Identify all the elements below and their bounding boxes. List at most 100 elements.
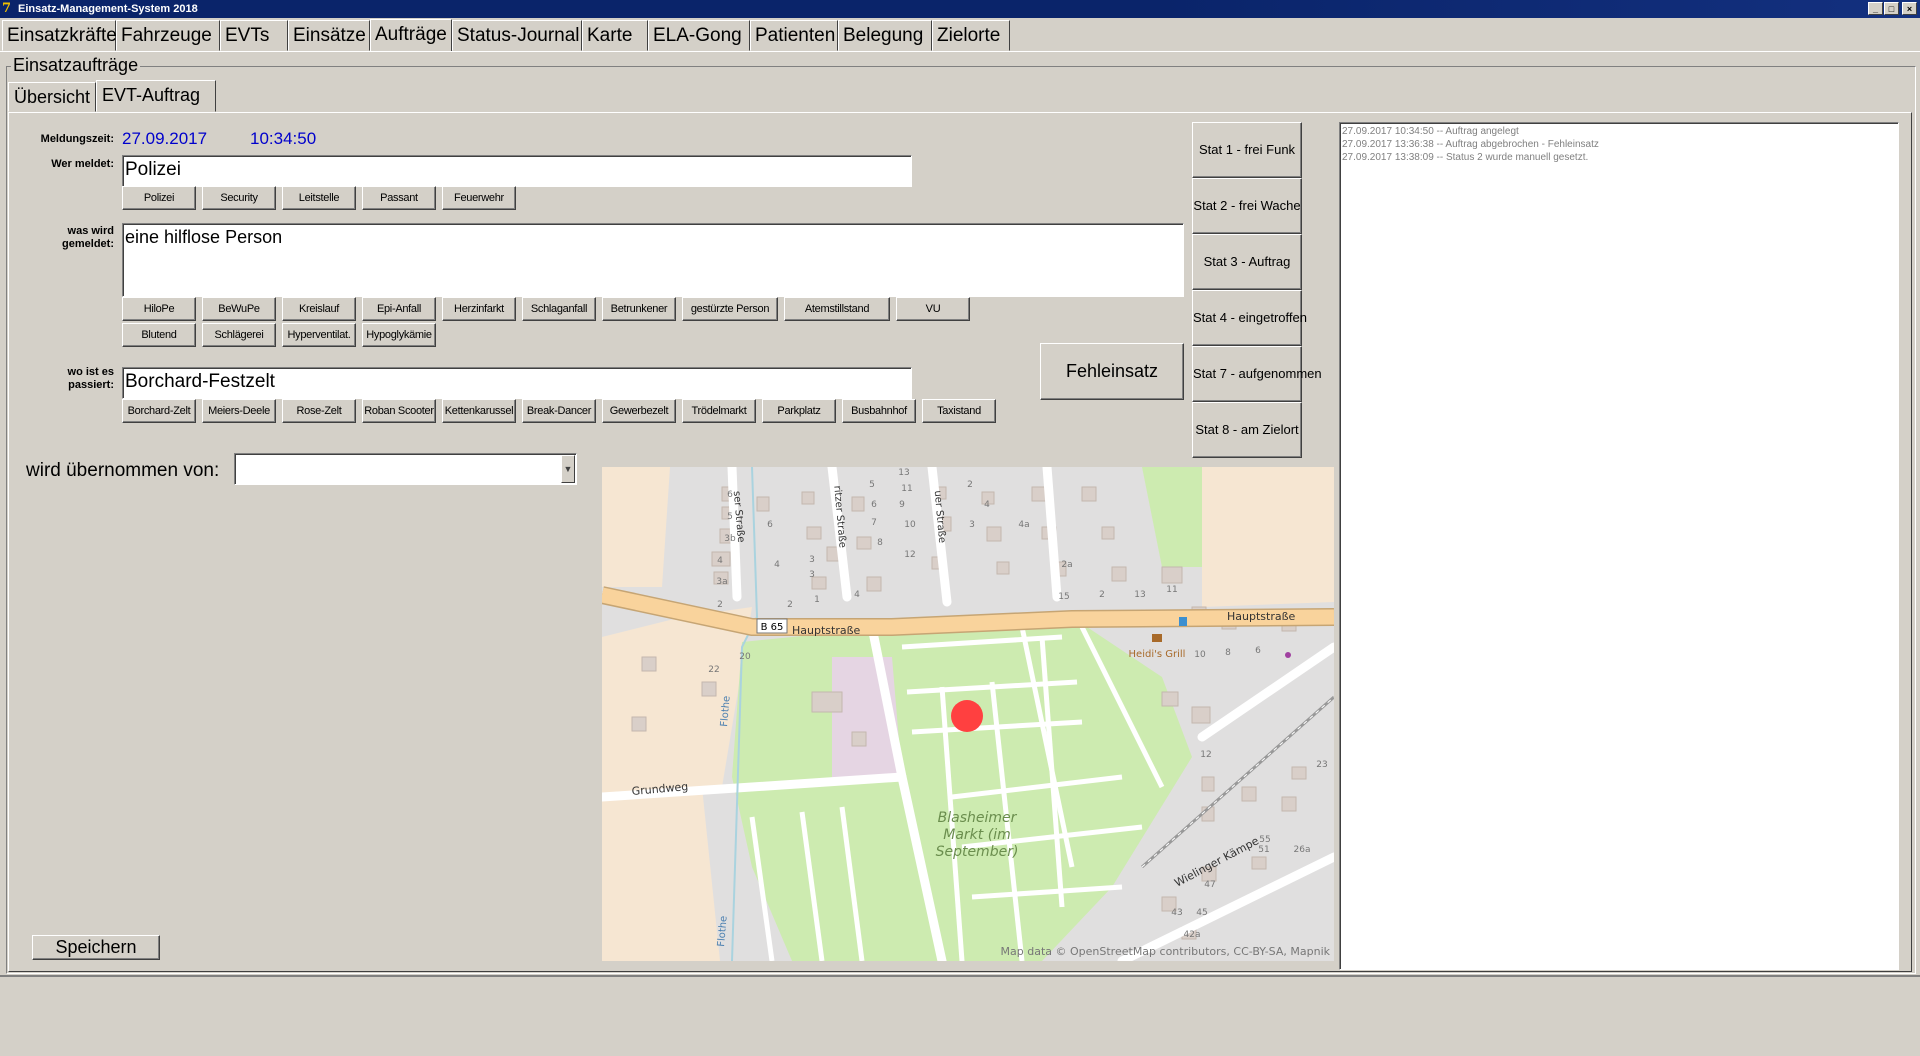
title-bar: 7 Einsatz-Management-System 2018 _ □ ×	[0, 0, 1920, 18]
house-number: 45	[1196, 908, 1207, 918]
bus-stop-icon	[1179, 617, 1187, 626]
tab-karte[interactable]: Karte	[582, 20, 648, 51]
road-label-hauptstrasse-2: Hauptstraße	[1227, 610, 1296, 623]
location-map[interactable]: Hauptstraße Hauptstraße Grundweg Wieling…	[602, 467, 1334, 961]
quick-wo-taxistand[interactable]: Taxistand	[922, 399, 996, 423]
quick-wer-polizei[interactable]: Polizei	[122, 186, 196, 210]
house-number: 11	[1166, 585, 1177, 595]
quick-was-vu[interactable]: VU	[896, 297, 970, 321]
house-number: 51	[1258, 845, 1269, 855]
quick-was-schlaganfall[interactable]: Schlaganfall	[522, 297, 596, 321]
tab-evts[interactable]: EVTs	[220, 20, 288, 51]
quick-wo-meiers-deele[interactable]: Meiers-Deele	[202, 399, 276, 423]
status-7-button[interactable]: Stat 7 - aufgenommen	[1192, 346, 1322, 402]
quick-was-herzinfarkt[interactable]: Herzinfarkt	[442, 297, 516, 321]
house-number: 20	[739, 652, 751, 662]
status-4-button[interactable]: Stat 4 - eingetroffen	[1192, 290, 1307, 346]
quick-wo-rose-zelt[interactable]: Rose-Zelt	[282, 399, 356, 423]
quick-was-hypoglykaemie[interactable]: Hypoglykämie	[362, 323, 436, 347]
area-label-line2: Markt (im	[943, 827, 1010, 843]
auftrag-log[interactable]: 27.09.2017 10:34:50 -- Auftrag angelegt …	[1339, 122, 1899, 970]
quick-wer-leitstelle[interactable]: Leitstelle	[282, 186, 356, 210]
quick-was-atemstillstand[interactable]: Atemstillstand	[784, 297, 890, 321]
area-label-line3: September)	[936, 844, 1019, 860]
quick-was-hyperventilation[interactable]: Hyperventilat.	[282, 323, 356, 347]
log-entry: 27.09.2017 13:36:38 -- Auftrag abgebroch…	[1342, 139, 1599, 150]
quick-was-epi-anfall[interactable]: Epi-Anfall	[362, 297, 436, 321]
quick-wo-roban-scooter[interactable]: Roban Scooter	[362, 399, 436, 423]
tab-belegung[interactable]: Belegung	[838, 20, 932, 51]
quick-was-blutend[interactable]: Blutend	[122, 323, 196, 347]
quick-was-schlaegerei[interactable]: Schlägerei	[202, 323, 276, 347]
close-button[interactable]: ×	[1902, 2, 1917, 15]
chevron-down-icon[interactable]: ▼	[561, 455, 575, 483]
was-gemeldet-label-line2: gemeldet:	[62, 238, 114, 250]
poi-label-heidis-grill: Heidi's Grill	[1129, 649, 1186, 660]
meldungszeit-label: Meldungszeit:	[40, 133, 114, 145]
house-number: 1	[814, 595, 820, 605]
quick-was-kreislauf[interactable]: Kreislauf	[282, 297, 356, 321]
maximize-button[interactable]: □	[1884, 2, 1899, 15]
quick-wo-gewerbezelt[interactable]: Gewerbezelt	[602, 399, 676, 423]
house-number: 2	[787, 600, 793, 610]
tab-einsatzkraefte[interactable]: Einsatzkräfte	[2, 20, 117, 51]
tab-fahrzeuge[interactable]: Fahrzeuge	[116, 20, 220, 51]
save-button[interactable]: Speichern	[32, 935, 160, 960]
tab-ela-gong[interactable]: ELA-Gong	[648, 20, 750, 51]
house-number: 6	[871, 500, 877, 510]
tab-patienten[interactable]: Patienten	[750, 20, 838, 51]
quick-was-betrunkener[interactable]: Betrunkener	[602, 297, 676, 321]
map-canvas: Hauptstraße Hauptstraße Grundweg Wieling…	[602, 467, 1334, 961]
status-2-button[interactable]: Stat 2 - frei Wache	[1192, 178, 1302, 234]
quick-wo-busbahnhof[interactable]: Busbahnhof	[842, 399, 916, 423]
quick-wo-borchard-zelt[interactable]: Borchard-Zelt	[122, 399, 196, 423]
status-8-button[interactable]: Stat 8 - am Zielort	[1192, 402, 1302, 458]
house-number: 12	[904, 550, 915, 560]
was-gemeldet-textarea[interactable]: eine hilflose Person	[122, 223, 1184, 297]
tab-evt-auftrag[interactable]: EVT-Auftrag	[96, 80, 216, 112]
house-number: 3	[809, 555, 815, 565]
road-label-hauptstrasse: Hauptstraße	[792, 624, 861, 637]
house-number: 4a	[1018, 520, 1029, 530]
status-strip	[0, 975, 1920, 1056]
house-number: 13	[898, 468, 909, 478]
quick-was-hilope[interactable]: HiloPe	[122, 297, 196, 321]
house-number: 43	[1171, 908, 1182, 918]
house-number: 8	[1225, 648, 1231, 658]
quick-was-bewupe[interactable]: BeWuPe	[202, 297, 276, 321]
status-3-button[interactable]: Stat 3 - Auftrag	[1192, 234, 1302, 290]
minimize-button[interactable]: _	[1868, 2, 1883, 15]
house-number: 2	[1099, 590, 1105, 600]
quick-wer-passant[interactable]: Passant	[362, 186, 436, 210]
wo-passiert-input[interactable]: Borchard-Festzelt	[122, 367, 912, 399]
tab-status-journal[interactable]: Status-Journal	[452, 20, 582, 51]
tab-einsaetze[interactable]: Einsätze	[288, 20, 370, 51]
log-entry: 27.09.2017 10:34:50 -- Auftrag angelegt	[1342, 126, 1519, 137]
quick-wer-feuerwehr[interactable]: Feuerwehr	[442, 186, 516, 210]
tab-divider	[0, 51, 1920, 52]
uebernommen-select[interactable]: ▼	[234, 453, 577, 485]
house-number: 4	[717, 556, 723, 566]
uebernommen-label: wird übernommen von:	[26, 460, 220, 481]
house-number: 47	[1204, 880, 1215, 890]
house-number: 6	[727, 490, 733, 500]
quick-wo-parkplatz[interactable]: Parkplatz	[762, 399, 836, 423]
quick-wo-kettenkarussel[interactable]: Kettenkarussel	[442, 399, 516, 423]
quick-wo-break-dancer[interactable]: Break-Dancer	[522, 399, 596, 423]
quick-wer-security[interactable]: Security	[202, 186, 276, 210]
house-number: 11	[901, 484, 912, 494]
wer-meldet-input[interactable]: Polizei	[122, 155, 912, 187]
house-number: 2	[717, 600, 723, 610]
house-number: 3	[809, 570, 815, 580]
tab-uebersicht[interactable]: Übersicht	[8, 82, 96, 112]
group-title: Einsatzaufträge	[11, 55, 141, 76]
status-1-button[interactable]: Stat 1 - frei Funk	[1192, 122, 1302, 178]
fehleinsatz-button[interactable]: Fehleinsatz	[1040, 343, 1184, 400]
quick-wo-troedelmarkt[interactable]: Trödelmarkt	[682, 399, 756, 423]
tab-zielorte[interactable]: Zielorte	[932, 20, 1010, 51]
wer-meldet-label: Wer meldet:	[51, 158, 114, 170]
tab-auftraege[interactable]: Aufträge	[370, 19, 452, 52]
meldungszeit-date: 27.09.2017	[122, 129, 208, 148]
incident-marker-icon[interactable]	[951, 700, 983, 732]
quick-was-gestuerzte-person[interactable]: gestürzte Person	[682, 297, 778, 321]
